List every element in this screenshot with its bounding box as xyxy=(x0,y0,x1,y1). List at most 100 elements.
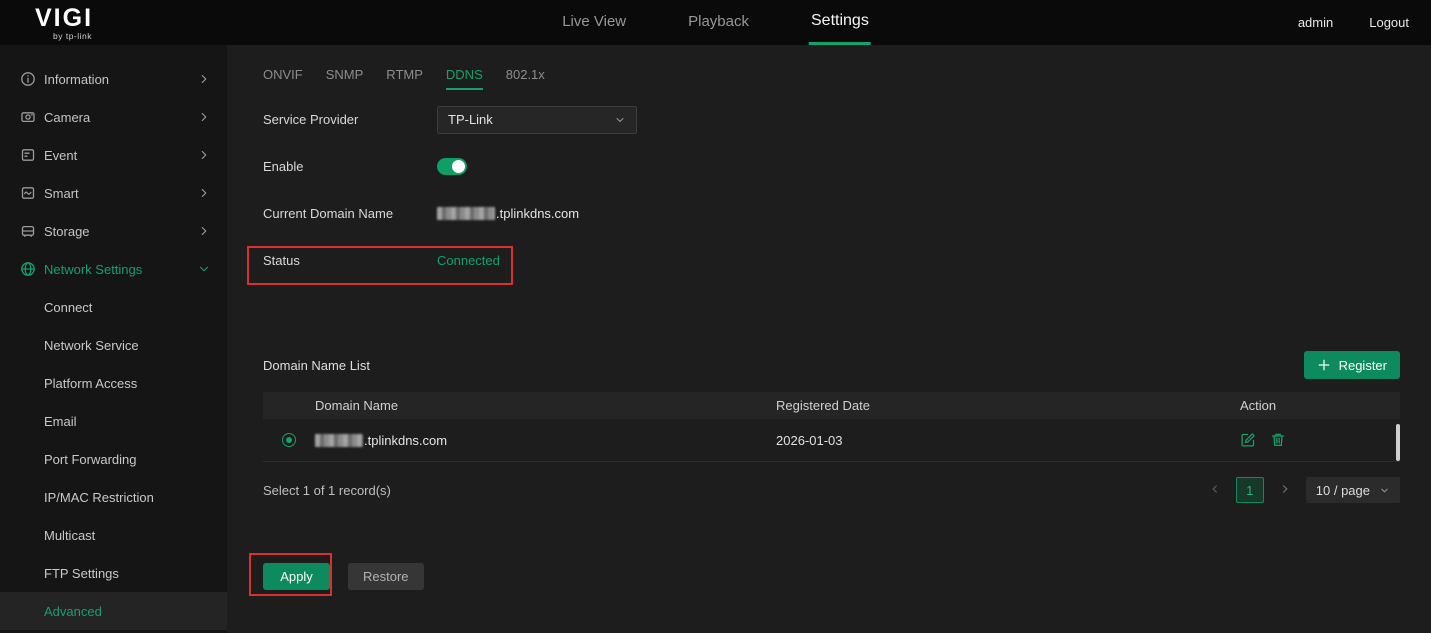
current-domain-label: Current Domain Name xyxy=(263,206,437,221)
username-label[interactable]: admin xyxy=(1298,15,1333,30)
storage-icon xyxy=(20,223,36,239)
masked-domain-prefix xyxy=(315,434,363,447)
tab-8021x[interactable]: 802.1x xyxy=(506,67,545,90)
sidebar-item-label: Information xyxy=(44,72,197,87)
sidebar-item-information[interactable]: Information xyxy=(0,60,227,98)
prev-page-button[interactable] xyxy=(1207,482,1223,498)
trash-icon xyxy=(1270,432,1286,448)
edit-icon xyxy=(1240,432,1256,448)
sidebar-subitem-port-forwarding[interactable]: Port Forwarding xyxy=(0,440,227,478)
restore-button[interactable]: Restore xyxy=(348,563,424,590)
row-radio-selected[interactable] xyxy=(282,433,296,447)
enable-row: Enable xyxy=(263,143,1400,190)
chevron-right-icon xyxy=(197,186,211,200)
page-size-select[interactable]: 10 / page xyxy=(1306,477,1400,503)
sidebar-subitem-connect[interactable]: Connect xyxy=(0,288,227,326)
logo-text: VIGI xyxy=(35,6,93,31)
chevron-right-icon xyxy=(1278,482,1292,496)
row-registered-date: 2026-01-03 xyxy=(776,433,1240,448)
column-header-action: Action xyxy=(1240,398,1400,413)
sidebar-subitem-email[interactable]: Email xyxy=(0,402,227,440)
nav-settings[interactable]: Settings xyxy=(809,0,871,45)
tab-rtmp[interactable]: RTMP xyxy=(386,67,423,90)
status-row: Status Connected xyxy=(263,237,1400,284)
edit-button[interactable] xyxy=(1240,432,1256,448)
vigi-logo: VIGI by tp-link xyxy=(35,6,93,41)
logout-button[interactable]: Logout xyxy=(1369,15,1409,30)
domain-list-header: Domain Name List Register xyxy=(263,351,1400,379)
sidebar-subitem-advanced[interactable]: Advanced xyxy=(0,592,227,630)
enable-toggle[interactable] xyxy=(437,158,467,175)
service-provider-value: TP-Link xyxy=(448,112,493,127)
sidebar-subitem-ip-mac-restriction[interactable]: IP/MAC Restriction xyxy=(0,478,227,516)
status-label: Status xyxy=(263,253,437,268)
sidebar-item-event[interactable]: Event xyxy=(0,136,227,174)
next-page-button[interactable] xyxy=(1277,482,1293,498)
nav-playback[interactable]: Playback xyxy=(686,0,751,45)
current-domain-value: .tplinkdns.com xyxy=(437,206,579,221)
chevron-right-icon xyxy=(197,224,211,238)
sidebar-item-label: Storage xyxy=(44,224,197,239)
domain-suffix: .tplinkdns.com xyxy=(496,206,579,221)
row-radio-cell xyxy=(263,433,315,447)
settings-tabs: ONVIF SNMP RTMP DDNS 802.1x xyxy=(263,45,1400,91)
topbar-right: admin Logout xyxy=(1298,15,1409,30)
page-number-button[interactable]: 1 xyxy=(1236,477,1264,503)
info-icon xyxy=(20,71,36,87)
sidebar-item-label: Smart xyxy=(44,186,197,201)
sidebar-item-label: Event xyxy=(44,148,197,163)
sidebar: Information Camera Event xyxy=(0,45,227,633)
body: Information Camera Event xyxy=(0,45,1431,633)
chevron-down-icon xyxy=(1379,485,1390,496)
sidebar-item-label: Network Settings xyxy=(44,262,197,277)
sidebar-subitem-network-service[interactable]: Network Service xyxy=(0,326,227,364)
chevron-right-icon xyxy=(197,110,211,124)
domain-list-title: Domain Name List xyxy=(263,358,370,373)
tab-ddns[interactable]: DDNS xyxy=(446,67,483,90)
smart-icon xyxy=(20,185,36,201)
chevron-down-icon xyxy=(614,114,626,126)
service-provider-select[interactable]: TP-Link xyxy=(437,106,637,134)
page: VIGI by tp-link Live View Playback Setti… xyxy=(0,0,1431,633)
toggle-knob xyxy=(452,160,465,173)
sidebar-item-network-settings[interactable]: Network Settings xyxy=(0,250,227,288)
register-button[interactable]: Register xyxy=(1304,351,1400,379)
chevron-right-icon xyxy=(197,148,211,162)
row-action-cell xyxy=(1240,432,1400,448)
event-icon xyxy=(20,147,36,163)
status-value: Connected xyxy=(437,253,500,268)
top-navigation: Live View Playback Settings xyxy=(560,0,871,45)
camera-icon xyxy=(20,109,36,125)
pagination: 1 10 / page xyxy=(1207,477,1400,503)
record-summary: Select 1 of 1 record(s) xyxy=(263,483,391,498)
sidebar-item-smart[interactable]: Smart xyxy=(0,174,227,212)
sidebar-subitem-ftp-settings[interactable]: FTP Settings xyxy=(0,554,227,592)
plus-icon xyxy=(1317,358,1331,372)
tab-snmp[interactable]: SNMP xyxy=(326,67,364,90)
chevron-left-icon xyxy=(1208,482,1222,496)
table-footer: Select 1 of 1 record(s) 1 10 / page xyxy=(263,468,1400,512)
masked-domain-prefix xyxy=(437,207,495,220)
tab-onvif[interactable]: ONVIF xyxy=(263,67,303,90)
sidebar-subitem-multicast[interactable]: Multicast xyxy=(0,516,227,554)
sidebar-item-label: Camera xyxy=(44,110,197,125)
apply-button[interactable]: Apply xyxy=(263,563,330,590)
service-provider-label: Service Provider xyxy=(263,112,437,127)
delete-button[interactable] xyxy=(1270,432,1286,448)
sidebar-subitem-platform-access[interactable]: Platform Access xyxy=(0,364,227,402)
column-header-registered-date: Registered Date xyxy=(776,398,1240,413)
current-domain-row: Current Domain Name .tplinkdns.com xyxy=(263,190,1400,237)
sidebar-item-storage[interactable]: Storage xyxy=(0,212,227,250)
domain-table: Domain Name Registered Date Action .tpli… xyxy=(263,392,1400,462)
page-size-value: 10 / page xyxy=(1316,483,1370,498)
sidebar-item-camera[interactable]: Camera xyxy=(0,98,227,136)
domain-suffix: .tplinkdns.com xyxy=(364,433,447,448)
table-scrollbar[interactable] xyxy=(1396,424,1400,461)
nav-live-view[interactable]: Live View xyxy=(560,0,628,45)
table-header-row: Domain Name Registered Date Action xyxy=(263,392,1400,419)
row-domain-cell: .tplinkdns.com xyxy=(315,433,776,448)
ddns-form: Service Provider TP-Link Enable Current … xyxy=(263,96,1400,284)
network-icon xyxy=(20,261,36,277)
register-button-label: Register xyxy=(1339,358,1387,373)
topbar: VIGI by tp-link Live View Playback Setti… xyxy=(0,0,1431,45)
